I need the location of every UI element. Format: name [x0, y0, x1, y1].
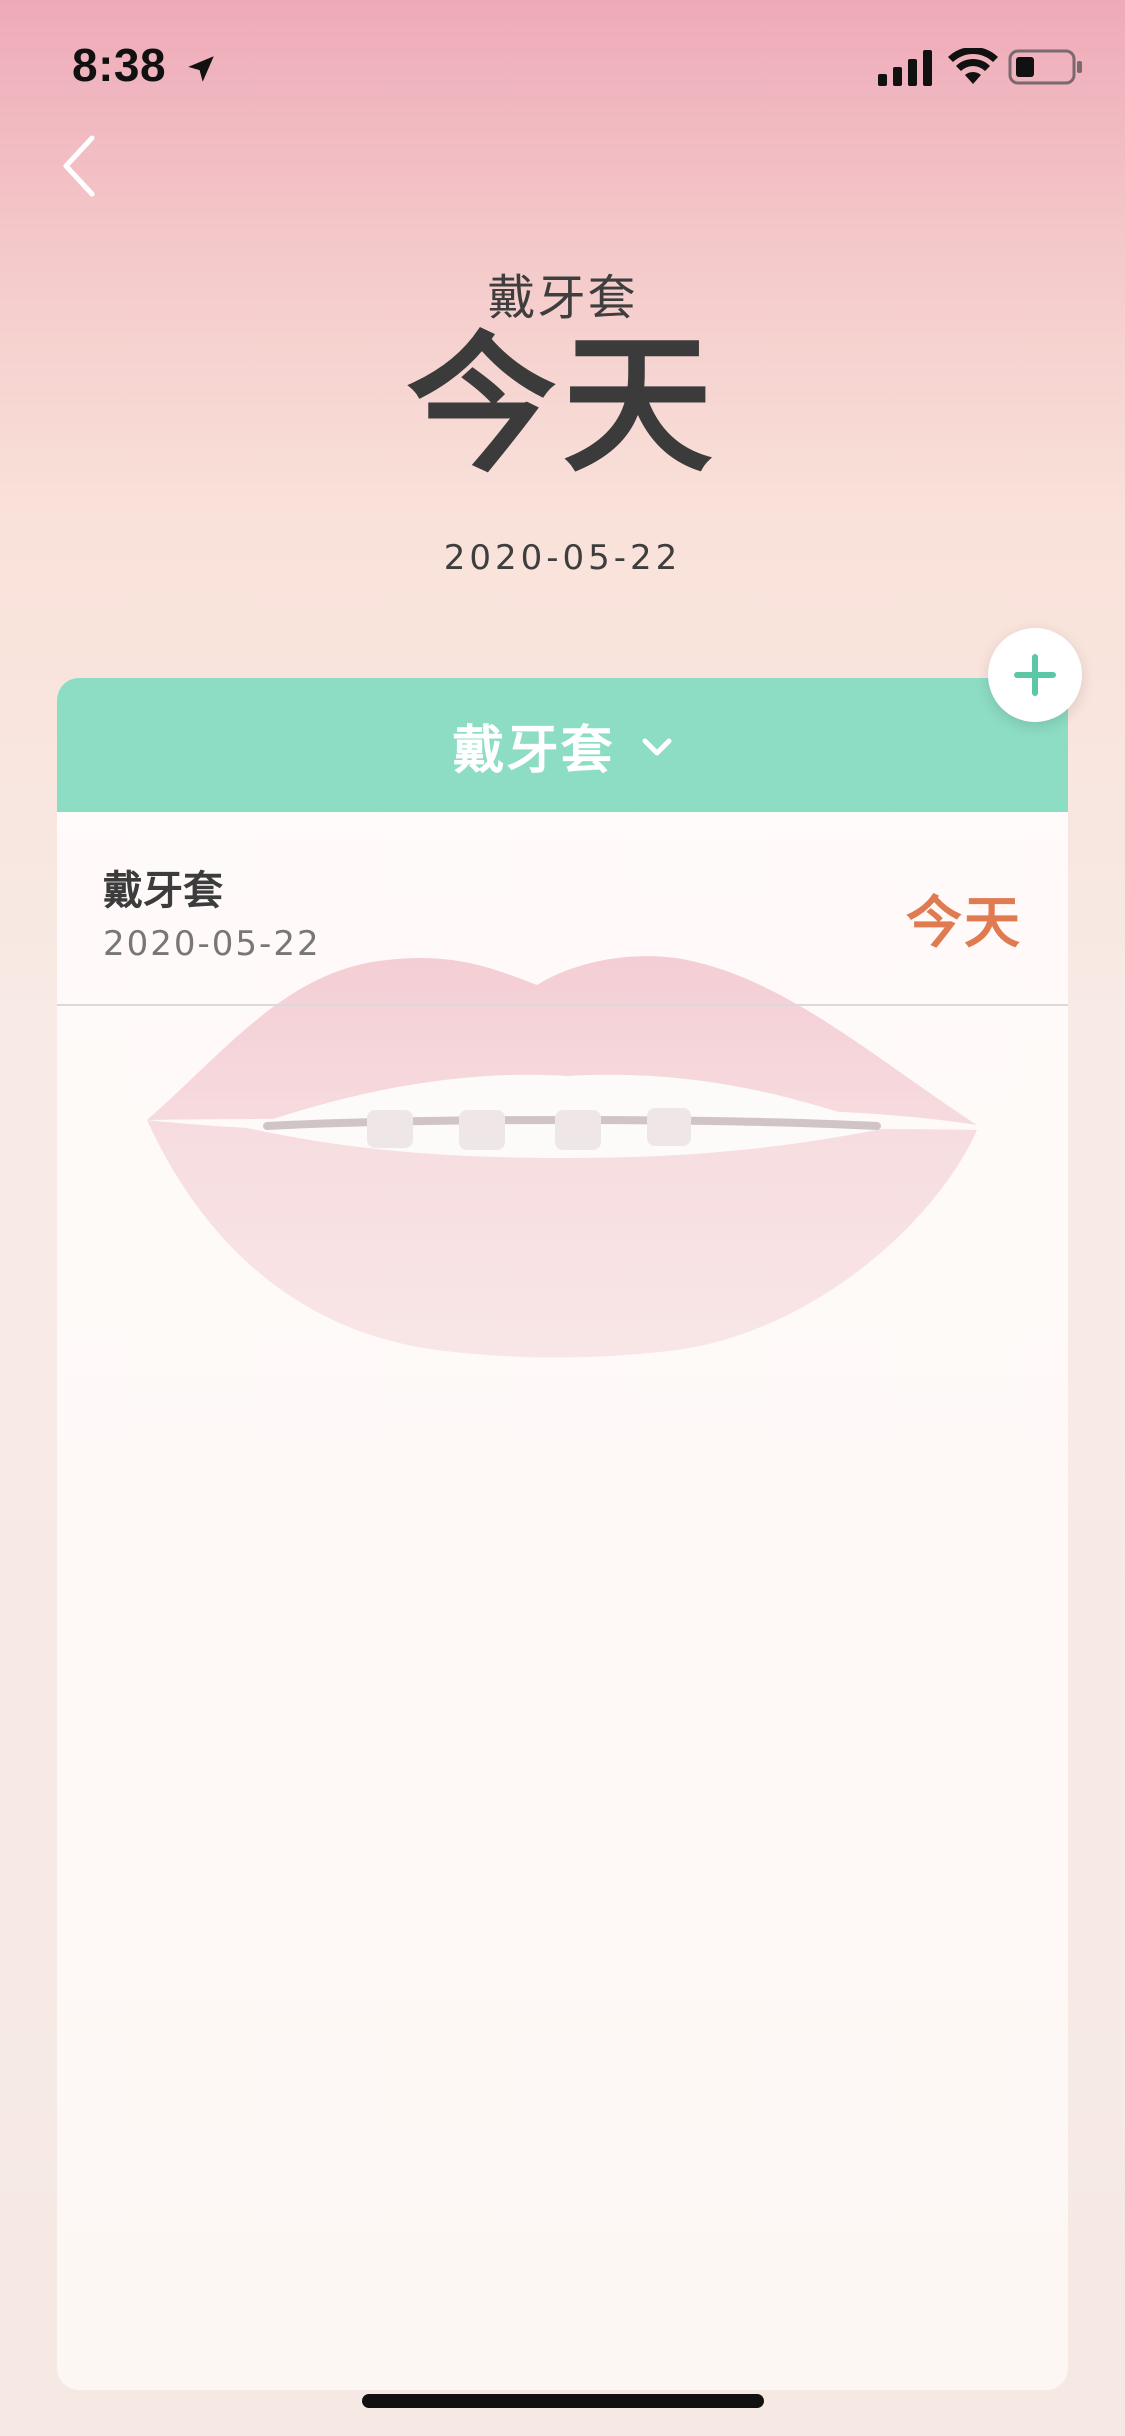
battery-icon — [1008, 49, 1082, 85]
back-button[interactable] — [48, 128, 108, 204]
item-status: 今天 — [906, 891, 1022, 956]
item-title: 戴牙套 — [103, 868, 223, 914]
status-bar: 8:38 — [0, 0, 1125, 132]
item-date: 2020-05-22 — [103, 924, 321, 964]
home-indicator — [362, 2394, 764, 2408]
cellular-signal-icon — [878, 50, 932, 86]
chevron-left-icon — [63, 135, 95, 197]
card-header: 戴牙套 — [57, 678, 1068, 812]
category-selector[interactable]: 戴牙套 — [452, 708, 672, 783]
page-title: 今天 — [406, 319, 719, 493]
header-subtitle: 戴牙套 — [487, 270, 638, 326]
add-button[interactable] — [988, 628, 1082, 722]
wifi-icon — [948, 48, 998, 84]
list-item[interactable]: 戴牙套 2020-05-22 今天 — [57, 812, 1068, 1006]
chevron-down-icon — [642, 738, 671, 756]
category-label: 戴牙套 — [452, 720, 615, 781]
records-card: 戴牙套 戴牙套 2020-05-22 今天 — [57, 678, 1068, 2390]
status-time: 8:38 — [72, 39, 167, 91]
plus-icon — [1014, 654, 1056, 696]
location-arrow-icon — [188, 56, 214, 82]
header-date: 2020-05-22 — [443, 538, 682, 578]
